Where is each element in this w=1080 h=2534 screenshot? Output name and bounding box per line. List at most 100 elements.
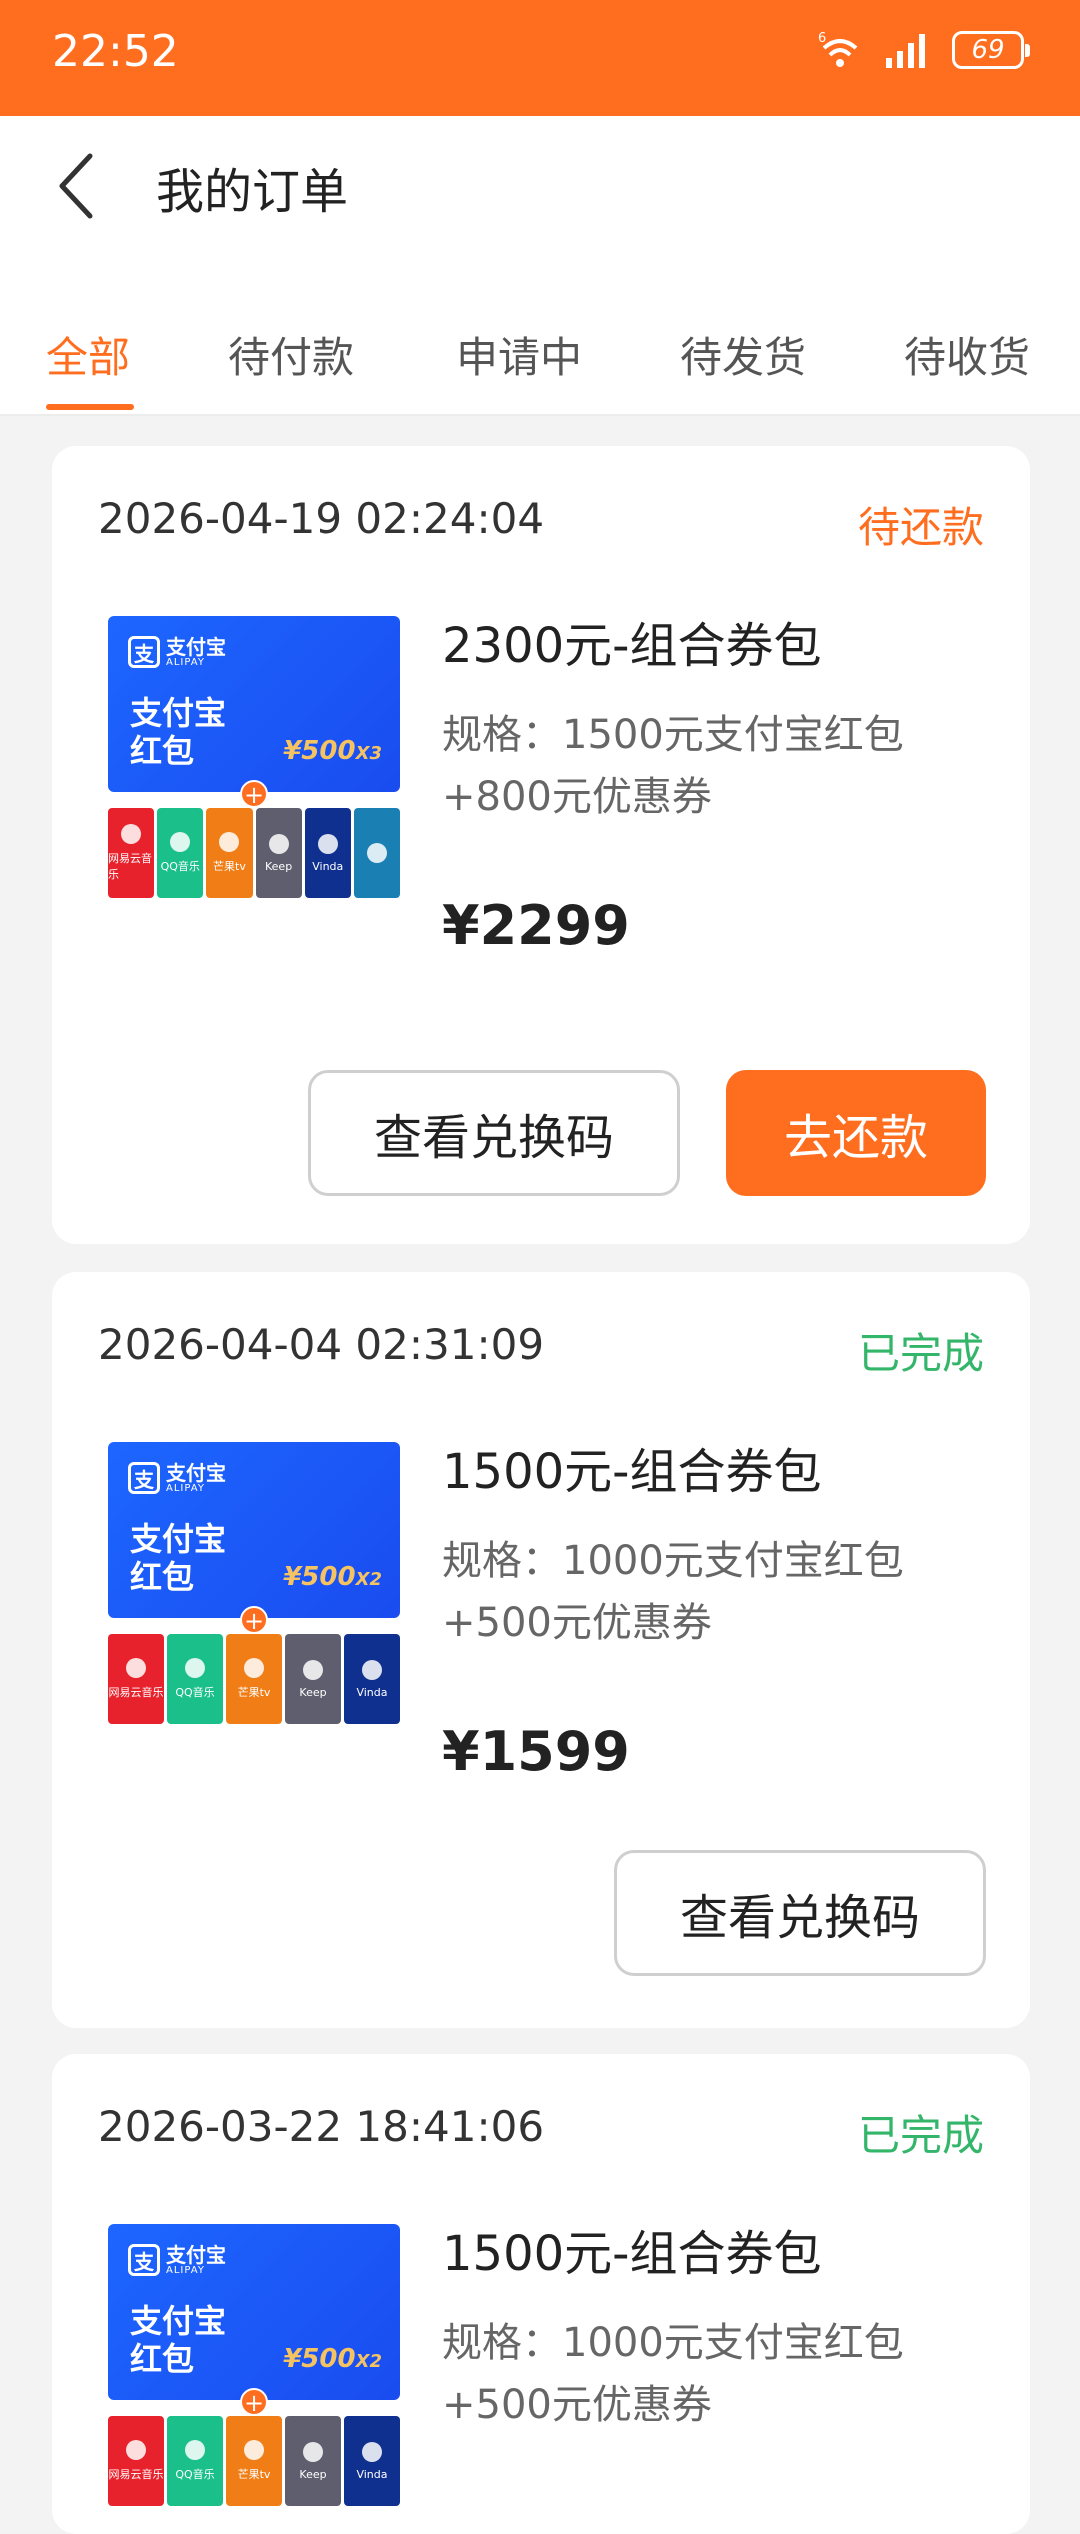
brand-tile	[353, 808, 401, 898]
spec-line: +500元优惠券	[442, 2382, 712, 2428]
product-price: ¥2299	[442, 894, 630, 957]
tab-indicator	[46, 404, 134, 410]
keep-icon	[303, 1659, 323, 1680]
brand-label: Keep	[265, 859, 293, 873]
tab-applying[interactable]: 申请中	[456, 324, 582, 385]
mango-tv-tile: 芒果tv	[226, 2416, 282, 2506]
thumbnail-amount: ¥500X2	[283, 1562, 382, 1592]
tab-pending-receipt[interactable]: 待收货	[904, 324, 1030, 385]
thumbnail-multiplier: X2	[355, 1569, 382, 1590]
brand-label: 网易云音乐	[108, 852, 152, 881]
spec-line: 规格：1000元支付宝红包	[442, 2320, 904, 2366]
vinda-icon	[362, 1659, 382, 1680]
brand-label: Keep	[299, 1685, 327, 1699]
order-card[interactable]: 2026-03-22 18:41:06 已完成 支 支付宝 ALIPAY 支付宝…	[52, 2054, 1030, 2534]
brand-strip: 网易云音乐 QQ音乐 芒果tv Keep Vinda	[108, 2416, 400, 2506]
vinda-tile: Vinda	[344, 1634, 400, 1724]
back-button[interactable]	[48, 146, 108, 226]
plus-icon: +	[240, 780, 268, 808]
brand-label: 芒果tv	[213, 860, 246, 873]
brand-label: Vinda	[312, 859, 344, 873]
brand-label: Keep	[299, 2467, 327, 2481]
status-icons: 6 69	[818, 30, 1030, 70]
view-redeem-code-button[interactable]: 查看兑换码	[614, 1850, 986, 1976]
alipay-logo: 支 支付宝 ALIPAY	[128, 2244, 226, 2276]
vinda-tile: Vinda	[344, 2416, 400, 2506]
order-time: 2026-03-22 18:41:06	[98, 2102, 545, 2151]
brand-label: Vinda	[356, 2467, 388, 2481]
tab-all[interactable]: 全部	[46, 324, 130, 385]
mango-tv-icon	[244, 2440, 264, 2460]
keep-icon	[303, 2441, 323, 2462]
battery-level: 69	[971, 35, 1005, 65]
brand-strip: 网易云音乐 QQ音乐 芒果tv Keep Vinda	[108, 808, 401, 898]
product-thumbnail[interactable]: 支 支付宝 ALIPAY 支付宝 红包 ¥500X2 + 网易云音乐 QQ音乐 …	[108, 2224, 400, 2510]
order-card[interactable]: 2026-04-19 02:24:04 待还款 支 支付宝 ALIPAY 支付宝…	[52, 446, 1030, 1244]
brand-label: 芒果tv	[237, 1686, 271, 1699]
mango-tv-tile: 芒果tv	[206, 808, 253, 898]
spec-line: +500元优惠券	[442, 1600, 712, 1646]
netease-music-icon	[126, 1658, 146, 1678]
thumbnail-amount-value: ¥500	[283, 736, 356, 766]
logo-text: 支付宝	[166, 2242, 226, 2267]
product-spec: 规格：1000元支付宝红包 +500元优惠券	[442, 2312, 982, 2436]
vinda-icon	[362, 2441, 382, 2462]
netease-music-tile: 网易云音乐	[108, 808, 155, 898]
keep-icon	[268, 833, 289, 854]
product-thumbnail[interactable]: 支 支付宝 ALIPAY 支付宝 红包 ¥500X3 + 网易云音乐 QQ音乐 …	[108, 616, 401, 902]
logo-text: 支付宝	[166, 634, 226, 659]
view-redeem-code-button[interactable]: 查看兑换码	[308, 1070, 680, 1196]
thumbnail-banner: 支 支付宝 ALIPAY 支付宝 红包 ¥500X2	[108, 2224, 400, 2400]
brand-label: QQ音乐	[175, 1686, 215, 1699]
spec-line: +800元优惠券	[442, 774, 712, 820]
product-name: 1500元-组合券包	[442, 1444, 822, 1500]
thumbnail-title-line2: 红包	[130, 2340, 195, 2378]
product-price: ¥1599	[442, 1720, 630, 1783]
tab-pending-shipment[interactable]: 待发货	[680, 324, 806, 385]
repay-button[interactable]: 去还款	[726, 1070, 986, 1196]
wifi-icon: 6	[818, 31, 858, 67]
order-status: 已完成	[857, 2111, 984, 2160]
thumbnail-banner: 支 支付宝 ALIPAY 支付宝 红包 ¥500X3	[108, 616, 400, 792]
alipay-icon: 支	[128, 2244, 160, 2276]
thumbnail-title-line2: 红包	[130, 1558, 195, 1596]
thumbnail-title-line2: 红包	[130, 732, 195, 770]
keep-tile: Keep	[255, 808, 302, 898]
qq-music-tile: QQ音乐	[167, 2416, 223, 2506]
chevron-left-icon	[59, 153, 93, 219]
keep-tile: Keep	[285, 1634, 341, 1724]
netease-music-icon	[121, 824, 142, 844]
order-tabs: 全部 待付款 申请中 待发货 待收货	[0, 296, 1080, 416]
thumbnail-multiplier: X2	[355, 2351, 382, 2372]
order-time: 2026-04-04 02:31:09	[98, 1320, 545, 1369]
order-time: 2026-04-19 02:24:04	[98, 494, 545, 543]
brand-label: QQ音乐	[160, 860, 200, 873]
keep-tile: Keep	[285, 2416, 341, 2506]
thumbnail-amount-value: ¥500	[283, 2344, 356, 2374]
product-name: 2300元-组合券包	[442, 618, 822, 674]
spec-line: 规格：1500元支付宝红包	[442, 712, 904, 758]
order-card[interactable]: 2026-04-04 02:31:09 已完成 支 支付宝 ALIPAY 支付宝…	[52, 1272, 1030, 2028]
thumbnail-title-line1: 支付宝	[130, 1520, 227, 1558]
mango-tv-icon	[244, 1658, 264, 1678]
brand-label: 网易云音乐	[108, 2468, 164, 2481]
thumbnail-title-line1: 支付宝	[130, 2302, 227, 2340]
tab-pending-payment[interactable]: 待付款	[228, 324, 354, 385]
netease-music-icon	[126, 2440, 146, 2460]
logo-text: 支付宝	[166, 1460, 226, 1485]
thumbnail-multiplier: X3	[355, 743, 382, 764]
signal-icon	[886, 34, 925, 68]
thumbnail-amount: ¥500X2	[283, 2344, 382, 2374]
qq-music-tile: QQ音乐	[157, 808, 204, 898]
thumbnail-title: 支付宝 红包	[130, 2302, 226, 2378]
product-thumbnail[interactable]: 支 支付宝 ALIPAY 支付宝 红包 ¥500X2 + 网易云音乐 QQ音乐 …	[108, 1442, 400, 1728]
thumbnail-amount-value: ¥500	[283, 1562, 356, 1592]
qq-music-tile: QQ音乐	[167, 1634, 223, 1724]
mango-tv-icon	[219, 832, 240, 852]
product-name: 1500元-组合券包	[442, 2226, 822, 2282]
brand-label: 芒果tv	[237, 2468, 271, 2481]
thumbnail-title: 支付宝 红包	[130, 1520, 226, 1596]
alipay-icon: 支	[128, 1462, 160, 1494]
order-status: 待还款	[857, 503, 984, 552]
nav-bar: 我的订单	[0, 116, 1080, 296]
